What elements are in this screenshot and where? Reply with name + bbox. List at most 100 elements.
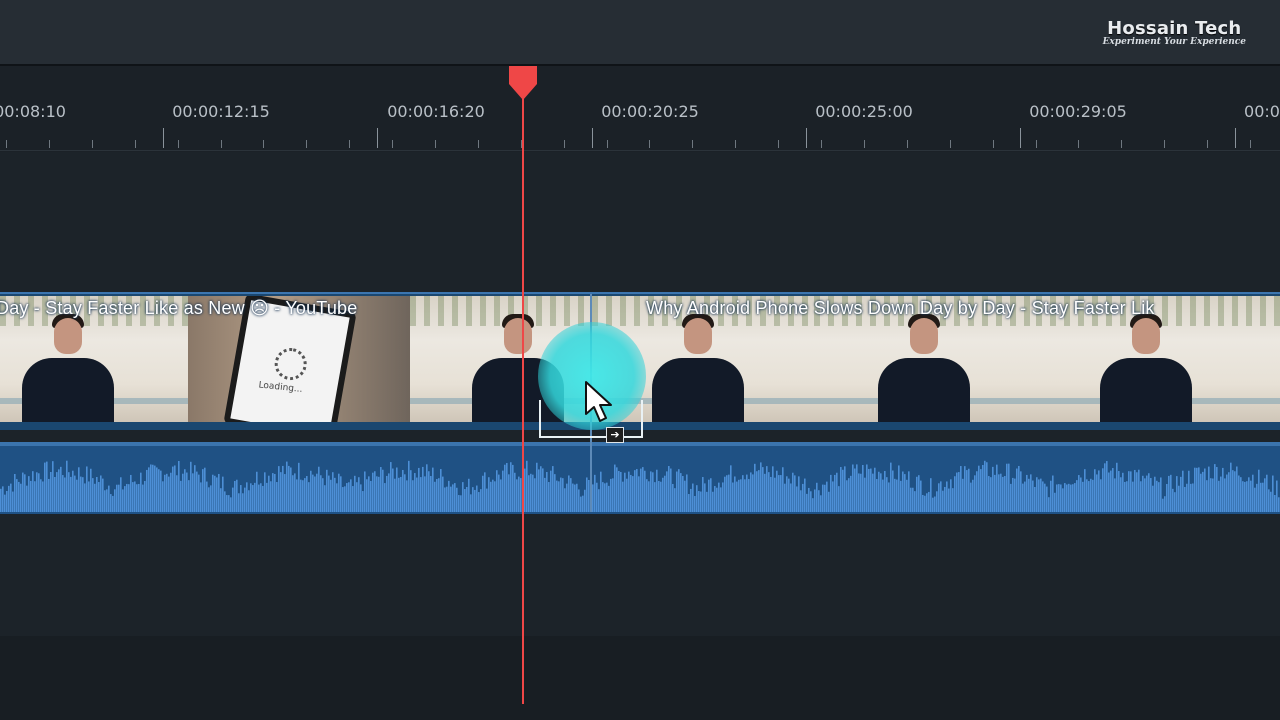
waveform-bar	[1208, 466, 1210, 512]
waveform-bar	[946, 481, 948, 512]
waveform-bar	[1056, 484, 1058, 512]
waveform-bar	[48, 478, 50, 512]
waveform-bar	[754, 463, 756, 512]
top-toolbar	[0, 0, 1280, 64]
waveform-bar	[906, 479, 908, 512]
waveform-bar	[860, 473, 862, 512]
ruler-tick	[864, 140, 865, 148]
waveform-bar	[70, 476, 72, 512]
waveform-bar	[76, 479, 78, 512]
waveform-bar	[1136, 472, 1138, 512]
ruler-major-tick	[592, 128, 593, 148]
waveform-bar	[448, 480, 450, 512]
waveform-bar	[762, 467, 764, 512]
waveform-bar	[84, 483, 86, 512]
waveform-bar	[78, 467, 80, 512]
waveform-bar	[468, 478, 470, 512]
waveform-bar	[628, 471, 630, 512]
waveform-bar	[42, 481, 44, 512]
waveform-bar	[356, 482, 358, 512]
waveform-bar	[684, 480, 686, 512]
waveform-bar	[1156, 480, 1158, 512]
waveform-bar	[1238, 475, 1240, 512]
waveform-bar	[746, 474, 748, 512]
waveform-bar	[1178, 485, 1180, 512]
waveform-bar	[418, 467, 420, 512]
waveform-bar	[390, 462, 392, 512]
waveform-bar	[730, 465, 732, 512]
waveform-bar	[1188, 470, 1190, 512]
playhead-marker-icon[interactable]	[507, 66, 539, 100]
waveform-bar	[454, 483, 456, 512]
waveform-bar	[1032, 480, 1034, 512]
waveform-bar	[204, 467, 206, 512]
waveform-bar	[270, 481, 272, 512]
waveform-bar	[258, 484, 260, 512]
waveform-bar	[348, 482, 350, 512]
ruler-tick	[907, 140, 908, 148]
waveform-bar	[464, 489, 466, 512]
waveform-bar	[642, 467, 644, 512]
waveform-bar	[82, 477, 84, 512]
waveform-bar	[1236, 466, 1238, 512]
waveform-bar	[190, 461, 192, 512]
waveform-bar	[622, 481, 624, 512]
waveform-bar	[1068, 483, 1070, 512]
empty-track-lower[interactable]	[0, 514, 1280, 636]
waveform-bar	[962, 478, 964, 512]
waveform-bar	[262, 485, 264, 512]
ruler-tick	[178, 140, 179, 148]
trim-arrow-icon[interactable]: ➔	[606, 427, 624, 443]
waveform-bar	[218, 473, 220, 512]
waveform-bar	[334, 477, 336, 512]
waveform-bar	[4, 494, 6, 512]
waveform-bar	[1230, 462, 1232, 512]
ruler-tick	[1164, 140, 1165, 148]
waveform-bar	[558, 481, 560, 512]
waveform-bar	[62, 475, 64, 512]
waveform-bar	[912, 487, 914, 512]
waveform-bar	[780, 475, 782, 512]
waveform-bar	[542, 468, 544, 512]
waveform-bar	[40, 479, 42, 512]
ruler-tick	[1207, 140, 1208, 148]
waveform-bar	[1198, 467, 1200, 512]
waveform-bar	[1276, 480, 1278, 512]
waveform-bar	[822, 484, 824, 512]
empty-track-upper[interactable]	[0, 152, 1280, 292]
waveform-bar	[128, 484, 130, 512]
waveform-bar	[716, 487, 718, 512]
waveform-bar	[562, 478, 564, 512]
waveform-bar	[926, 493, 928, 512]
waveform-bar	[964, 466, 966, 512]
waveform-bar	[580, 496, 582, 512]
waveform-bar	[564, 488, 566, 512]
waveform-bar	[1006, 463, 1008, 512]
waveform-bar	[1060, 484, 1062, 512]
waveform-bar	[980, 469, 982, 512]
waveform-bar	[990, 477, 992, 512]
waveform-bar	[842, 469, 844, 512]
waveform-bar	[554, 474, 556, 512]
empty-track-bottom[interactable]	[0, 636, 1280, 720]
waveform-bar	[668, 466, 670, 512]
waveform-bar	[1170, 474, 1172, 512]
waveform-bar	[866, 464, 868, 512]
waveform-bar	[772, 466, 774, 512]
waveform-bar	[166, 473, 168, 512]
waveform-bar	[1082, 481, 1084, 512]
timecode-label: 00:00:12:15	[172, 102, 270, 121]
waveform-bar	[398, 477, 400, 512]
waveform-bar	[24, 474, 26, 512]
waveform-bar	[1148, 473, 1150, 512]
ruler-tick	[607, 140, 608, 148]
waveform-bar	[122, 489, 124, 512]
waveform-bar	[412, 480, 414, 512]
waveform-bar	[272, 473, 274, 512]
mouse-pointer-icon	[585, 381, 612, 422]
waveform-bar	[340, 476, 342, 512]
playhead-line[interactable]	[522, 80, 524, 704]
timecode-label: 00:08:10	[0, 102, 66, 121]
waveform-bar	[396, 467, 398, 512]
waveform-bar	[86, 466, 88, 512]
